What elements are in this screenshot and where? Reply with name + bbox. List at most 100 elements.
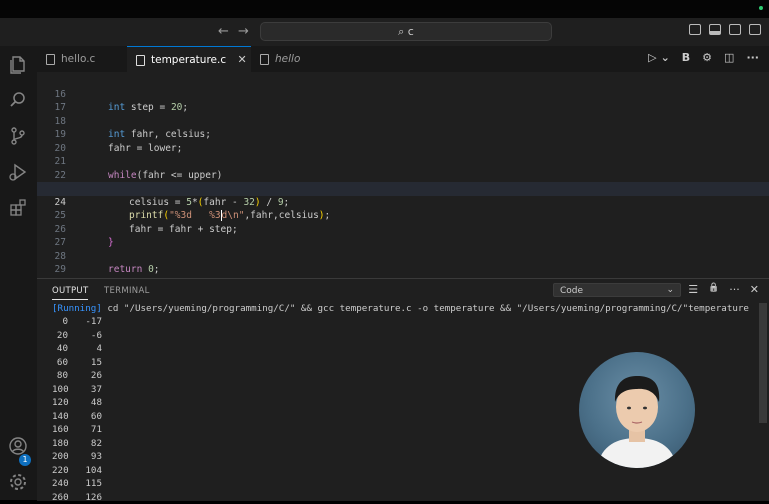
celsius-value: -6 (68, 329, 102, 343)
editor-actions: ▷ ⌄ B ⚙ ◫ ··· (648, 51, 759, 64)
fahrenheit-value: 80 (52, 369, 68, 383)
tab-hello-preview[interactable]: hello (251, 46, 331, 72)
tab-label: hello.c (61, 53, 95, 65)
activity-bar: 1 (0, 46, 38, 500)
bold-b-icon[interactable]: B (682, 51, 690, 64)
celsius-value: 60 (68, 410, 102, 424)
os-menu-strip (0, 0, 769, 18)
celsius-value: 82 (68, 437, 102, 451)
customize-layout-icon[interactable] (749, 24, 761, 35)
celsius-value: 26 (68, 369, 102, 383)
run-dropdown-chevron-icon[interactable]: ⌄ (661, 51, 670, 64)
command-text: cd "/Users/yueming/programming/C/" && gc… (102, 303, 749, 314)
tab-output[interactable]: OUTPUT (52, 286, 88, 300)
title-bar: ← → ⌕ c (0, 18, 769, 47)
code-line-current: 24 printf("%3d %3d\n",fahr,celsius); (37, 182, 769, 196)
source-control-icon[interactable] (8, 126, 28, 146)
code-line: 23 celsius = 5*(fahr - 32) / 9; (37, 169, 769, 183)
more-actions-icon[interactable]: ··· (746, 51, 759, 64)
lock-scroll-icon[interactable]: 🔒 (708, 283, 719, 296)
editor-tab-bar: hello.c temperature.c ✕ hello ▷ ⌄ B ⚙ ◫ … (37, 46, 769, 73)
code-line: 19 fahr = lower; (37, 115, 769, 129)
code-line: 26 } (37, 209, 769, 223)
code-line: 16 int step = 20; (37, 74, 769, 88)
explorer-icon[interactable] (8, 54, 28, 74)
account-icon[interactable] (8, 436, 28, 456)
running-command-line: [Running] cd "/Users/yueming/programming… (52, 303, 749, 314)
fahrenheit-value: 60 (52, 356, 68, 370)
celsius-value: 4 (68, 342, 102, 356)
celsius-value: 115 (68, 477, 102, 491)
tab-hello-c[interactable]: hello.c (37, 46, 127, 72)
code-editor[interactable]: 16 int step = 20; 17 18 int fahr, celsiu… (37, 72, 769, 278)
toggle-panel-icon[interactable] (709, 24, 721, 35)
fahrenheit-value: 160 (52, 423, 68, 437)
chevron-down-icon: ⌄ (666, 283, 674, 297)
code-line: 30 } (37, 263, 769, 277)
output-row: 260126 (52, 491, 749, 504)
code-line: 22 { (37, 155, 769, 169)
forward-arrow-icon[interactable]: → (238, 24, 249, 39)
tab-label: hello (275, 53, 300, 65)
code-line: 21 while(fahr <= upper) (37, 142, 769, 156)
running-tag: [Running] (52, 303, 102, 314)
toggle-secondary-sidebar-icon[interactable] (729, 24, 741, 35)
fahrenheit-value: 40 (52, 342, 68, 356)
fahrenheit-value: 240 (52, 477, 68, 491)
file-icon (260, 54, 269, 65)
back-arrow-icon[interactable]: ← (218, 24, 229, 39)
run-icon[interactable]: ▷ (648, 51, 656, 64)
fahrenheit-value: 120 (52, 396, 68, 410)
panel-actions: ☰ 🔒 ··· ✕ (688, 283, 759, 296)
code-line: 29 (37, 250, 769, 264)
code-line: 18 int fahr, celsius; (37, 101, 769, 115)
fahrenheit-value: 20 (52, 329, 68, 343)
code-line: 28 return 0; (37, 236, 769, 250)
search-icon[interactable] (8, 90, 28, 110)
tab-terminal[interactable]: TERMINAL (104, 286, 150, 296)
tab-label: temperature.c (151, 54, 226, 66)
output-channel-select[interactable]: Code ⌄ (553, 283, 681, 297)
filter-lines-icon[interactable]: ☰ (688, 283, 698, 296)
split-editor-icon[interactable]: ◫ (724, 51, 734, 64)
code-line: 27 (37, 223, 769, 237)
output-row: 0-17 (52, 315, 749, 329)
close-tab-icon[interactable]: ✕ (237, 53, 246, 66)
command-center-search[interactable]: ⌕ c (260, 22, 552, 41)
toggle-primary-sidebar-icon[interactable] (689, 24, 701, 35)
fahrenheit-value: 180 (52, 437, 68, 451)
code-line: 17 (37, 88, 769, 102)
celsius-value: 37 (68, 383, 102, 397)
celsius-value: 15 (68, 356, 102, 370)
layout-controls (689, 24, 761, 35)
updates-badge: 1 (19, 454, 31, 466)
extensions-icon[interactable] (8, 198, 28, 218)
output-row: 240115 (52, 477, 749, 491)
celsius-value: 71 (68, 423, 102, 437)
file-icon (136, 55, 145, 66)
webcam-overlay (579, 352, 695, 468)
fahrenheit-value: 260 (52, 491, 68, 504)
settings-gear-icon[interactable]: ⚙ (702, 51, 712, 64)
celsius-value: 104 (68, 464, 102, 478)
fahrenheit-value: 100 (52, 383, 68, 397)
celsius-value: 126 (68, 491, 102, 504)
output-channel-value: Code (560, 286, 583, 296)
fahrenheit-value: 200 (52, 450, 68, 464)
more-actions-icon[interactable]: ··· (729, 283, 740, 296)
panel-scrollbar[interactable] (759, 303, 767, 423)
close-panel-icon[interactable]: ✕ (750, 283, 759, 296)
run-and-debug-icon[interactable] (8, 162, 28, 182)
fahrenheit-value: 0 (52, 315, 68, 329)
code-line: 20 (37, 128, 769, 142)
file-icon (46, 54, 55, 65)
celsius-value: -17 (68, 315, 102, 329)
manage-gear-icon[interactable] (8, 472, 28, 492)
tab-temperature-c[interactable]: temperature.c ✕ (127, 46, 251, 72)
status-dot (759, 6, 763, 10)
celsius-value: 93 (68, 450, 102, 464)
fahrenheit-value: 140 (52, 410, 68, 424)
output-row: 20-6 (52, 329, 749, 343)
fahrenheit-value: 220 (52, 464, 68, 478)
presenter-image (579, 352, 695, 468)
